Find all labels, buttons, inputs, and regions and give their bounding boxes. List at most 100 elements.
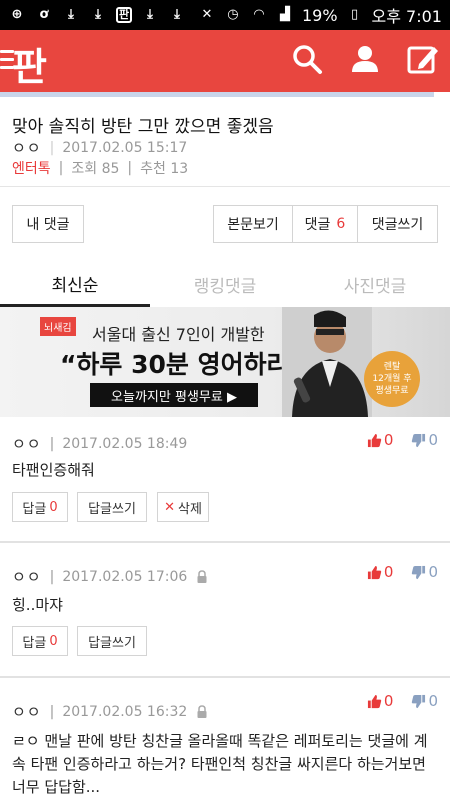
thumbs-down-icon	[412, 565, 426, 579]
comment-meta: ㅇㅇ | 2017.02.05 17:06	[12, 566, 209, 587]
thumbs-down-icon	[412, 694, 426, 708]
upvote-button[interactable]: 0	[367, 563, 394, 581]
download-icon: ⤓	[95, 7, 101, 22]
ad-person-image	[282, 307, 372, 417]
comment-date: 2017.02.05 16:32	[62, 703, 188, 720]
comment-date: 2017.02.05 18:49	[62, 435, 188, 452]
download-icon: ⤓	[68, 7, 74, 22]
delete-button[interactable]: ✕ 삭제	[157, 492, 209, 522]
upvote-count: 0	[383, 563, 394, 581]
comment-author: ㅇㅇ	[12, 435, 42, 453]
upvote-button[interactable]: 0	[367, 692, 394, 710]
ad-subtitle: 서울대 출신 7인이 개발한	[92, 325, 265, 344]
alarm-icon: ◷	[227, 7, 239, 22]
battery-icon: ▯	[350, 7, 359, 22]
comment-meta: ㅇㅇ | 2017.02.05 16:32	[12, 701, 209, 722]
comment-body: ㄹㅇ 맨날 판에 방탄 칭찬글 올라올때 똑같은 레퍼토리는 댓글에 계속 타팬…	[12, 732, 428, 796]
separator: |	[49, 435, 55, 452]
delete-label: 삭제	[177, 501, 202, 517]
comments-label: 댓글	[304, 217, 331, 233]
separator: |	[49, 703, 55, 720]
downvote-count: 0	[428, 692, 438, 710]
post-meta: ㅇㅇ | 2017.02.05 15:17	[12, 137, 187, 158]
status-bar: ⊕ ơ ⤓ ⤓ 판 ⤓ ⤓ ✕ ◷ ◠ ▟ 19% ▯ 오후 7:01	[0, 0, 450, 30]
thumbs-up-icon	[367, 433, 382, 447]
delete-icon: ✕	[164, 499, 175, 515]
edit-icon[interactable]	[406, 42, 440, 76]
reply-count: 0	[49, 499, 58, 515]
app-header: 판	[0, 30, 450, 92]
comments-button[interactable]: 댓글 6	[292, 205, 358, 243]
header-shadow	[0, 92, 434, 97]
download-icon: ⤓	[147, 7, 153, 22]
downvote-button[interactable]: 0	[411, 563, 438, 581]
lock-icon	[197, 569, 207, 583]
ad-badge-line2: 12개월 후	[372, 374, 412, 384]
tab-ranking[interactable]: 랭킹댓글	[150, 262, 300, 307]
separator: |	[127, 160, 133, 176]
search-icon[interactable]	[290, 42, 324, 76]
app-logo[interactable]: 판	[12, 36, 47, 91]
thumbs-up-icon	[367, 694, 382, 708]
tab-photo[interactable]: 사진댓글	[300, 262, 450, 307]
comment-meta: ㅇㅇ | 2017.02.05 18:49	[12, 433, 187, 454]
write-comment-label: 댓글쓰기	[371, 217, 424, 233]
upvote-count: 0	[383, 692, 394, 710]
reply-button[interactable]: 답글 0	[12, 492, 68, 522]
write-reply-button[interactable]: 답글쓰기	[77, 626, 147, 656]
ad-brand-tag: 뇌새김	[40, 317, 76, 336]
ad-cta-button[interactable]: 오늘까지만 평생무료 ▶	[90, 383, 258, 407]
mute-icon: ✕	[201, 7, 213, 22]
write-reply-label: 답글쓰기	[88, 635, 136, 651]
downvote-count: 0	[428, 431, 438, 449]
view-count: 조회 85	[71, 161, 120, 177]
reply-label: 답글	[22, 635, 47, 651]
user-icon[interactable]	[348, 42, 382, 76]
comment-divider	[0, 676, 450, 678]
comment-votes: 0 0	[367, 563, 438, 581]
ad-badge: 렌탈 12개월 후 평생무료	[364, 351, 420, 407]
battery-percent: 19%	[301, 5, 338, 25]
clock: 오후 7:01	[371, 7, 442, 26]
separator: |	[49, 139, 55, 156]
write-reply-button[interactable]: 답글쓰기	[77, 492, 147, 522]
downvote-count: 0	[428, 563, 438, 581]
comment-divider	[0, 541, 450, 543]
ad-badge-line1: 렌탈	[383, 362, 401, 372]
post-date: 2017.02.05 15:17	[62, 139, 188, 156]
comment-date: 2017.02.05 17:06	[62, 568, 188, 585]
my-comments-button[interactable]: 내 댓글	[12, 205, 84, 243]
comment-tabs: 최신순 랭킹댓글 사진댓글	[0, 262, 450, 308]
comment-votes: 0 0	[367, 692, 438, 710]
comment-body: 힝..마쟈	[12, 596, 63, 614]
upvote-count: 0	[383, 431, 394, 449]
post-stats: 엔터톡 | 조회 85 | 추천 13	[12, 158, 188, 178]
downvote-button[interactable]: 0	[411, 692, 438, 710]
comment-votes: 0 0	[367, 431, 438, 449]
view-post-button[interactable]: 본문보기	[213, 205, 293, 243]
downvote-button[interactable]: 0	[411, 431, 438, 449]
reply-label: 답글	[22, 501, 47, 517]
reply-count: 0	[49, 633, 58, 649]
tab-latest[interactable]: 최신순	[0, 262, 150, 307]
comments-count: 6	[336, 216, 346, 232]
post-title: 맞아 솔직히 방탄 그만 깠으면 좋겠음	[12, 117, 274, 137]
comment-author: ㅇㅇ	[12, 703, 42, 721]
thumbs-down-icon	[412, 433, 426, 447]
ad-headline: “하루 30분 영어하라”	[60, 350, 307, 379]
separator: |	[58, 160, 64, 176]
reply-button[interactable]: 답글 0	[12, 626, 68, 656]
write-reply-label: 답글쓰기	[88, 501, 136, 517]
upvote-button[interactable]: 0	[367, 431, 394, 449]
notification-plus-icon: ⊕	[11, 7, 23, 22]
wifi-icon: ◠	[253, 7, 264, 22]
comment-body: 타팬인증해줘	[12, 461, 95, 479]
lock-icon	[197, 704, 207, 718]
thumbs-up-icon	[367, 565, 382, 579]
post-category[interactable]: 엔터톡	[12, 158, 51, 178]
ad-banner[interactable]: 뇌새김 서울대 출신 7인이 개발한 “하루 30분 영어하라” 오늘까지만 평…	[0, 307, 450, 417]
view-post-label: 본문보기	[227, 217, 279, 233]
notification-o-icon: ơ	[39, 7, 49, 22]
ad-badge-line3: 평생무료	[375, 386, 409, 396]
write-comment-button[interactable]: 댓글쓰기	[357, 205, 438, 243]
